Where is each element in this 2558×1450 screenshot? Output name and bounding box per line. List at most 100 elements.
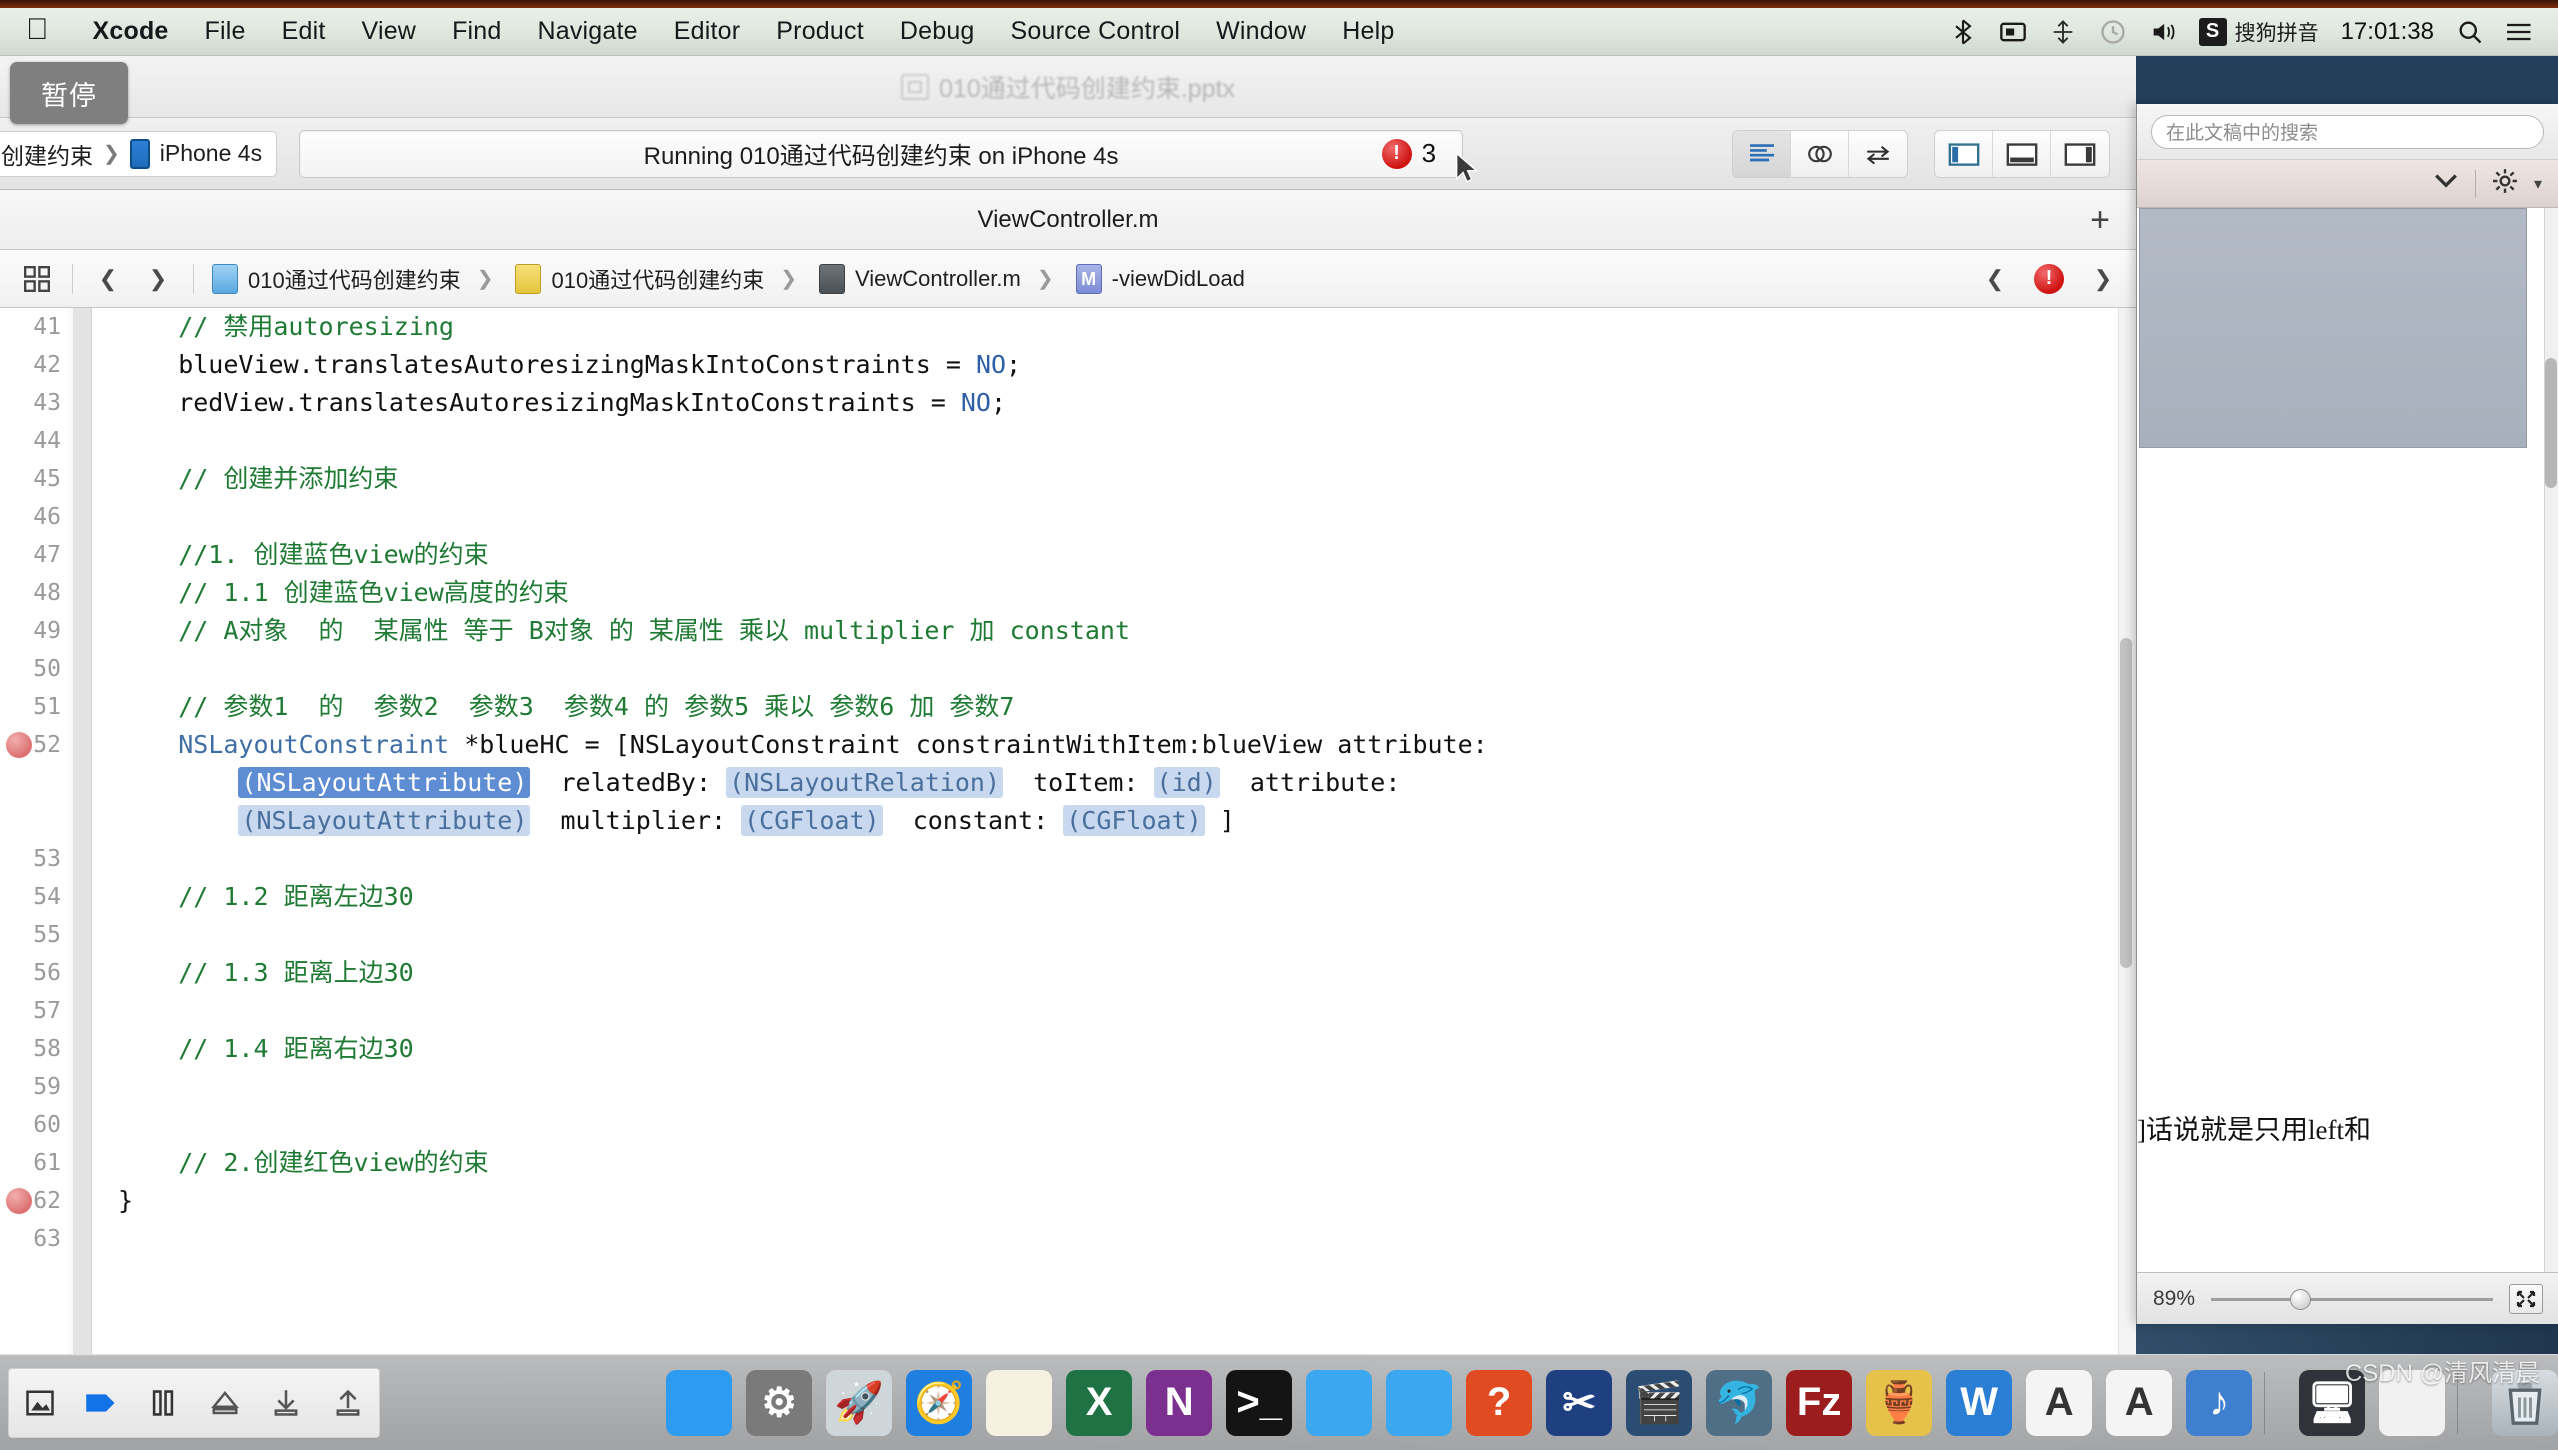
itunes-icon[interactable]: ♪ [2186, 1369, 2253, 1436]
menu-item-edit[interactable]: Edit [264, 17, 344, 46]
pause-icon[interactable] [143, 1383, 183, 1423]
menu-item-window[interactable]: Window [1198, 17, 1324, 46]
volume-icon[interactable] [2149, 18, 2177, 46]
notes-icon[interactable] [986, 1369, 1053, 1436]
menu-item-source-control[interactable]: Source Control [993, 17, 1199, 46]
menu-item-navigate[interactable]: Navigate [520, 17, 656, 46]
toggle-utilities-icon[interactable] [2051, 130, 2109, 177]
code-placeholder-token[interactable]: (id) [1153, 767, 1220, 798]
editor-tab-title[interactable]: ViewController.m [978, 206, 1159, 234]
airplay-icon[interactable] [2049, 18, 2077, 46]
media-control-bar [8, 1367, 380, 1438]
safari-icon[interactable]: 🧭 [906, 1369, 973, 1436]
breakpoint-marker[interactable] [6, 732, 32, 758]
word-search-input[interactable]: 在此文稿中的搜索 [2151, 114, 2544, 149]
breadcrumb-item-project[interactable]: 010通过代码创建约束 ❯ [206, 263, 505, 295]
chevron-right-icon: ❯ [780, 268, 797, 290]
slider-track [2211, 1297, 2493, 1301]
charles-icon[interactable]: 🏺 [1866, 1369, 1933, 1436]
standard-editor-icon[interactable] [1733, 130, 1791, 177]
code-token: ] [1204, 806, 1235, 835]
system-preferences-icon[interactable]: ⚙ [746, 1369, 813, 1436]
editor-vertical-scrollbar-track[interactable] [2118, 308, 2136, 1356]
menu-item-xcode[interactable]: Xcode [75, 17, 187, 46]
editor-vertical-scrollbar-thumb[interactable] [2120, 638, 2132, 968]
fit-page-icon[interactable] [2509, 1283, 2543, 1314]
launchpad-icon[interactable]: 🚀 [826, 1369, 893, 1436]
filezilla-icon[interactable]: Fz [1786, 1369, 1853, 1436]
code-placeholder-token[interactable]: (CGFloat) [1063, 805, 1205, 836]
snipaste-icon[interactable]: ✂ [1546, 1369, 1613, 1436]
menu-item-debug[interactable]: Debug [882, 17, 993, 46]
terminal-icon[interactable]: >_ [1226, 1369, 1293, 1436]
code-editor[interactable]: 41 42 43 44 45 46 47 48 49 50 51 52 53 54 55 56 57 58 59 60… [0, 308, 2136, 1356]
search-icon[interactable] [2456, 18, 2484, 46]
excel-icon[interactable]: X [1066, 1369, 1133, 1436]
error-stop-icon[interactable]: ! [2034, 263, 2064, 294]
plus-icon[interactable]: + [2090, 203, 2110, 237]
chevron-left-icon[interactable]: ❮ [1972, 259, 2018, 299]
word-vertical-scrollbar[interactable] [2544, 208, 2558, 1324]
download-icon[interactable] [266, 1383, 306, 1423]
watermark: CSDN @清风清晨 [2344, 1360, 2540, 1387]
breakpoint-marker[interactable] [6, 1188, 32, 1214]
word-icon[interactable]: W [1946, 1369, 2013, 1436]
menu-item-help[interactable]: Help [1324, 17, 1412, 46]
menu-item-editor[interactable]: Editor [656, 17, 759, 46]
gear-icon[interactable] [2492, 168, 2518, 199]
breadcrumb-item-folder[interactable]: 010通过代码创建约束 ❯ [509, 263, 808, 295]
toggle-navigator-icon[interactable] [1935, 130, 1993, 177]
screen-record-icon[interactable] [1999, 18, 2027, 46]
code-text-area[interactable]: // 禁用autoresizing blueView.translatesAut… [92, 308, 2136, 1356]
font-book-icon[interactable]: A [2106, 1369, 2173, 1436]
chevron-right-icon[interactable]: ❯ [2080, 259, 2126, 299]
word-zoom-slider[interactable] [2211, 1288, 2493, 1310]
screenshot-icon[interactable] [20, 1383, 60, 1423]
breadcrumb-label: ViewController.m [854, 265, 1021, 291]
word-scrollbar-thumb[interactable] [2545, 358, 2557, 488]
related-files-icon[interactable] [14, 259, 60, 299]
chevron-right-icon[interactable]: ❯ [135, 259, 181, 299]
assistant-editor-icon[interactable] [1791, 130, 1849, 177]
apple-logo-icon[interactable]:  [26, 14, 49, 45]
breadcrumb-item-method[interactable]: M -viewDidLoad [1070, 263, 1251, 294]
menu-item-find[interactable]: Find [434, 17, 519, 46]
menu-item-file[interactable]: File [187, 17, 264, 46]
eject-icon[interactable] [205, 1383, 245, 1423]
simulator-icon[interactable] [1386, 1369, 1453, 1436]
code-placeholder-token[interactable]: (NSLayoutAttribute) [238, 805, 531, 836]
chevron-down-icon[interactable] [2433, 171, 2459, 196]
upload-icon[interactable] [328, 1383, 368, 1423]
ime-badge[interactable]: S [2198, 17, 2227, 46]
toggle-debug-area-icon[interactable] [1993, 130, 2051, 177]
tag-icon[interactable] [81, 1383, 121, 1423]
finder-icon[interactable] [666, 1369, 733, 1436]
quicktime-icon[interactable]: 🎬 [1626, 1369, 1693, 1436]
slider-knob[interactable] [2289, 1288, 2311, 1310]
line-number: 43 [33, 390, 61, 416]
code-token: // A对象 的 某属性 等于 B对象 的 某属性 乘以 multiplier … [118, 616, 1131, 645]
version-editor-icon[interactable] [1849, 130, 1907, 177]
preview-icon[interactable]: ? [1466, 1369, 1533, 1436]
xcode-title-bar: 010通过代码创建约束.pptx [0, 56, 2136, 118]
textedit-a-icon[interactable]: A [2026, 1369, 2093, 1436]
chevron-left-icon[interactable]: ❮ [85, 259, 131, 299]
issue-badge[interactable]: ! 3 [1381, 138, 1436, 169]
onenote-icon[interactable]: N [1146, 1369, 1213, 1436]
code-placeholder-token[interactable]: (CGFloat) [741, 805, 883, 836]
xcode-icon[interactable] [1306, 1369, 1373, 1436]
menu-clock[interactable]: 17:01:38 [2341, 18, 2434, 46]
breadcrumb-item-file[interactable]: ViewController.m ❯ [813, 263, 1066, 294]
chevron-down-small-icon[interactable]: ▾ [2534, 174, 2542, 194]
notification-center-icon[interactable] [2506, 18, 2534, 46]
code-placeholder-token[interactable]: (NSLayoutRelation) [726, 767, 1004, 798]
bluetooth-icon[interactable] [1949, 18, 1977, 46]
timemachine-icon[interactable] [2099, 18, 2127, 46]
word-document-body[interactable]: ]话说就是只用left和 [2137, 208, 2558, 1256]
line-number: 49 [33, 618, 61, 644]
menu-item-product[interactable]: Product [758, 17, 882, 46]
navicat-icon[interactable]: 🐬 [1706, 1369, 1773, 1436]
code-placeholder-token[interactable]: (NSLayoutAttribute) [238, 767, 531, 798]
scheme-selector[interactable]: 创建约束 ❯ iPhone 4s [0, 130, 278, 177]
menu-item-view[interactable]: View [344, 17, 435, 46]
